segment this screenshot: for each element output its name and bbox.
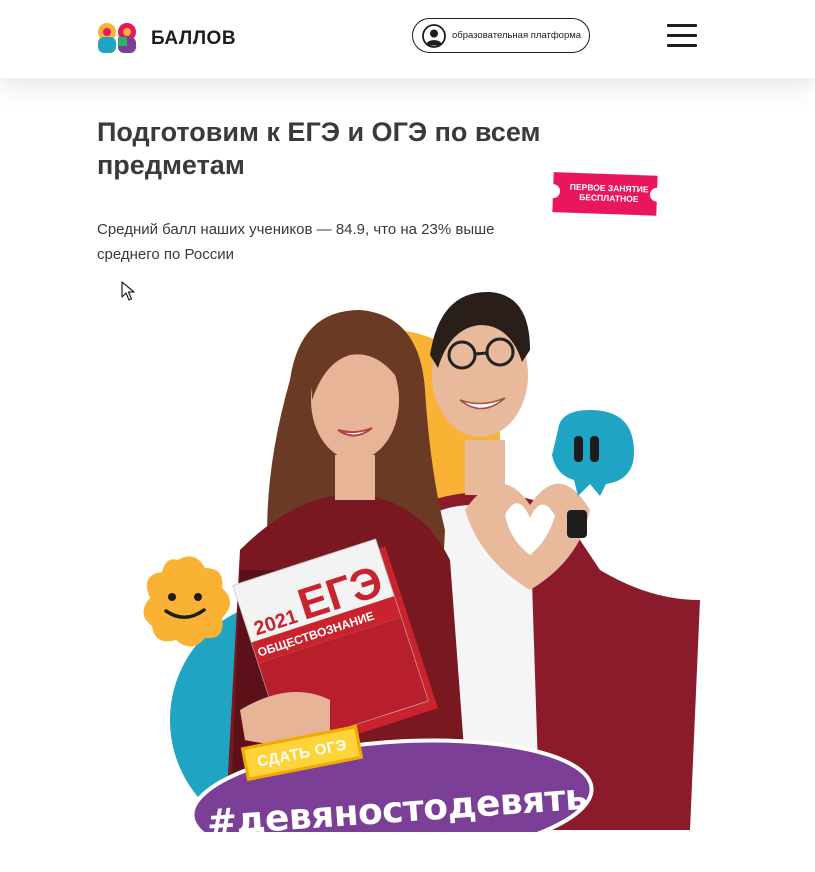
blue-ghost-icon [552, 410, 634, 496]
hamburger-menu-icon[interactable] [667, 24, 697, 48]
education-platform-button[interactable]: образовательная платформа [412, 18, 590, 53]
menu-bar [667, 44, 697, 47]
ticket-text: ПЕРВОЕ ЗАНЯТИЕ БЕСПЛАТНОЕ [569, 181, 649, 205]
platform-button-label: образовательная платформа [452, 30, 582, 41]
logo-99-icon [98, 23, 136, 53]
menu-bar [667, 34, 697, 37]
yellow-smiley-icon [143, 556, 230, 647]
hashtag-banner: #девяностодевять [192, 752, 594, 872]
logo-text: БАЛЛОВ [151, 28, 237, 49]
hero-subtitle: Средний балл наших учеников — 84.9, что … [97, 221, 495, 263]
hero-artwork: 2021 ЕГЭ ОБЩЕСТВОЗНАНИЕ [143, 291, 700, 832]
page-title: Подготовим к ЕГЭ и ОГЭ по всем предметам [97, 117, 541, 180]
hashtag-text: #девяностодевять [205, 776, 589, 845]
menu-bar [667, 24, 697, 27]
logo[interactable]: БАЛЛОВ [97, 22, 247, 54]
site-header: БАЛЛОВ образовательная платформа [0, 0, 815, 78]
free-lesson-ticket[interactable]: ПЕРВОЕ ЗАНЯТИЕ БЕСПЛАТНОЕ [543, 172, 668, 216]
hero-illustration: 2021 ЕГЭ ОБЩЕСТВОЗНАНИЕ [0, 270, 815, 832]
cursor-icon [121, 281, 135, 301]
user-avatar-icon [422, 23, 446, 48]
